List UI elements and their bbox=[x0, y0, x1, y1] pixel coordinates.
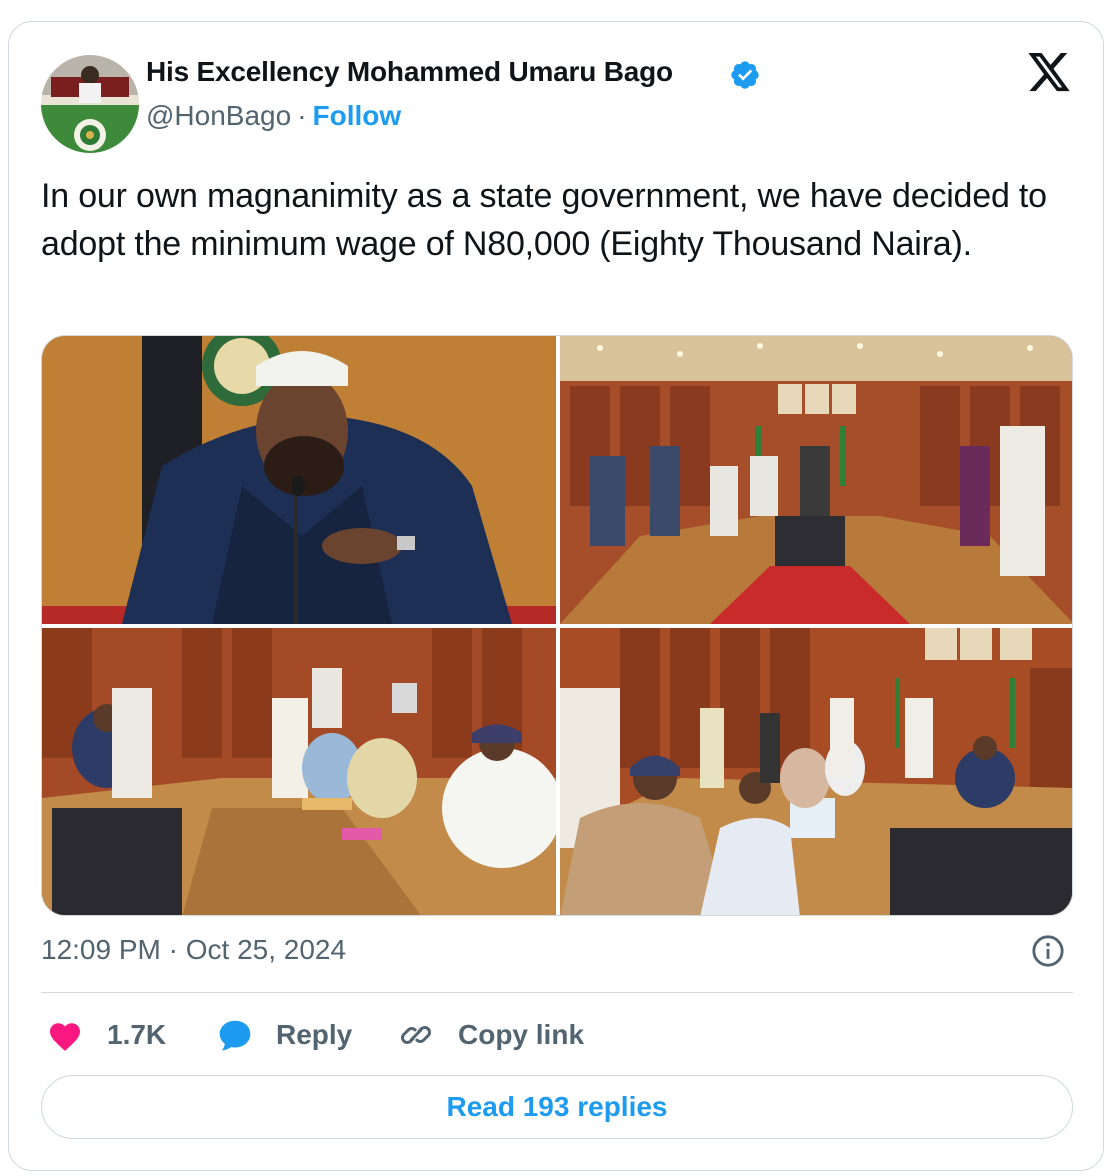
photo-delegates-seated[interactable] bbox=[42, 628, 556, 915]
reply-bubble-icon bbox=[219, 1020, 251, 1051]
copy-link-label: Copy link bbox=[458, 1019, 585, 1050]
tweet-text: In our own magnanimity as a state govern… bbox=[41, 177, 1047, 263]
verified-badge-icon bbox=[731, 61, 759, 89]
like-button[interactable]: 1.7K bbox=[47, 1015, 166, 1055]
tweet-timestamp[interactable]: 12:09 PM · Oct 25, 2024 bbox=[41, 934, 346, 966]
like-count: 1.7K bbox=[107, 1019, 167, 1050]
reply-label: Reply bbox=[276, 1019, 353, 1050]
x-logo-icon[interactable] bbox=[1026, 53, 1072, 95]
separator-dot: · bbox=[297, 100, 307, 131]
photo-officials-at-table[interactable] bbox=[560, 628, 1072, 915]
photo-meeting-handshake[interactable] bbox=[560, 336, 1072, 624]
heart-icon bbox=[50, 1023, 80, 1051]
photo-governor-at-desk[interactable] bbox=[42, 336, 556, 624]
info-icon[interactable] bbox=[1031, 934, 1065, 968]
tweet-embed-card: His Excellency Mohammed Umaru Bago @HonB… bbox=[8, 21, 1104, 1171]
divider bbox=[41, 992, 1073, 993]
author-handle[interactable]: @HonBago bbox=[146, 100, 291, 131]
copy-link-button[interactable]: Copy link bbox=[398, 1015, 584, 1055]
media-grid bbox=[41, 335, 1073, 916]
author-name[interactable]: His Excellency Mohammed Umaru Bago bbox=[146, 56, 673, 88]
follow-link[interactable]: Follow bbox=[313, 100, 402, 131]
link-icon bbox=[401, 1026, 431, 1044]
author-meta-row: @HonBago · Follow bbox=[146, 100, 401, 132]
read-replies-button[interactable]: Read 193 replies bbox=[41, 1075, 1073, 1139]
reply-button[interactable]: Reply bbox=[216, 1015, 352, 1055]
action-bar: 1.7K Reply Copy link bbox=[41, 1015, 1073, 1055]
author-avatar[interactable] bbox=[41, 55, 139, 153]
